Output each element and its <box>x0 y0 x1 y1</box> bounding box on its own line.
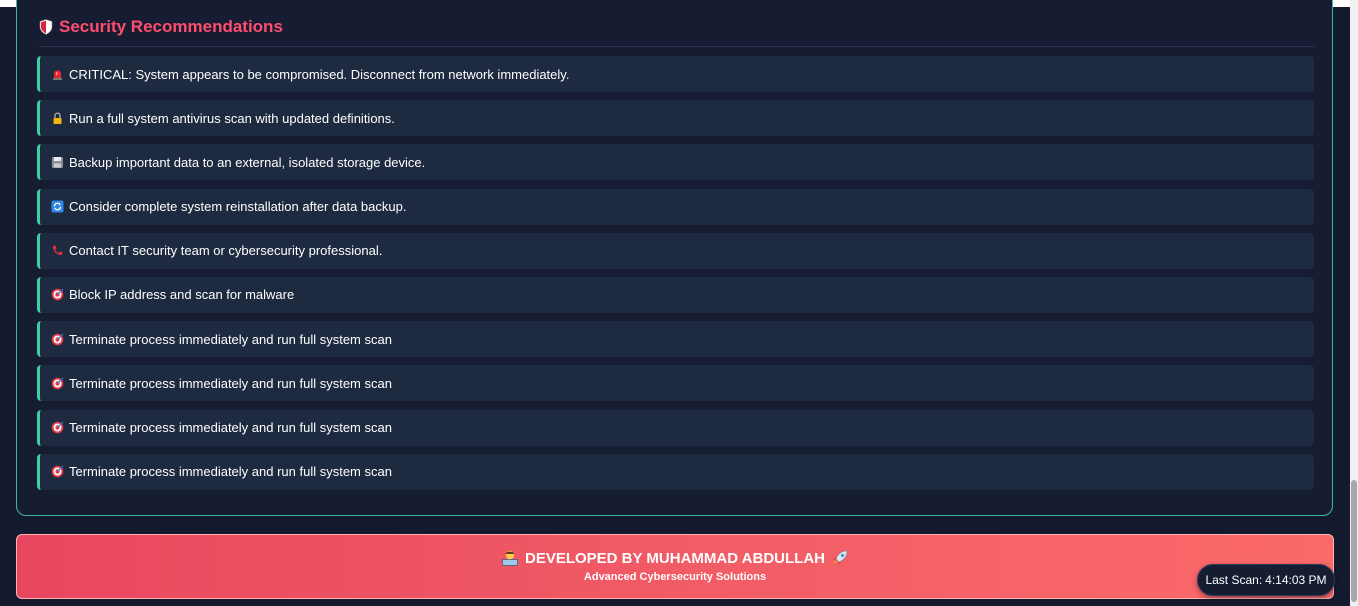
recommendation-item: Run a full system antivirus scan with up… <box>37 100 1314 137</box>
recommendation-text: Block IP address and scan for malware <box>69 287 295 303</box>
refresh-icon <box>51 200 64 213</box>
panel-title: Security Recommendations <box>59 17 283 36</box>
recommendation-item: Consider complete system reinstallation … <box>37 188 1314 225</box>
target-icon <box>51 377 64 390</box>
recommendation-text: Terminate process immediately and run fu… <box>69 331 392 347</box>
recommendation-item: Terminate process immediately and run fu… <box>37 453 1314 490</box>
technologist-icon <box>502 550 518 566</box>
target-icon <box>51 465 64 478</box>
last-scan-time: 4:14:03 PM <box>1265 573 1327 587</box>
last-scan-badge: Last Scan: 4:14:03 PM <box>1197 564 1335 596</box>
recommendation-text: Contact IT security team or cybersecurit… <box>69 243 383 259</box>
security-recommendations-panel: Security Recommendations CRITICAL: Syste… <box>16 0 1333 516</box>
recommendation-item: Terminate process immediately and run fu… <box>37 321 1314 358</box>
recommendation-text: Backup important data to an external, is… <box>69 154 426 170</box>
panel-divider <box>39 46 1314 47</box>
developer-footer: DEVELOPED BY MUHAMMAD ABDULLAH Advanced … <box>16 534 1334 599</box>
recommendation-text: Run a full system antivirus scan with up… <box>69 110 395 126</box>
recommendation-text: CRITICAL: System appears to be compromis… <box>69 66 570 82</box>
target-icon <box>51 421 64 434</box>
footer-title: DEVELOPED BY MUHAMMAD ABDULLAH <box>525 549 825 567</box>
panel-header: Security Recommendations <box>39 15 283 39</box>
recommendation-item: Terminate process immediately and run fu… <box>37 365 1314 402</box>
recommendation-text: Terminate process immediately and run fu… <box>69 420 392 435</box>
recommendation-item: Block IP address and scan for malware <box>37 276 1314 313</box>
target-icon <box>51 289 64 301</box>
scrollbar-thumb[interactable] <box>1351 480 1357 602</box>
recommendation-text: Terminate process immediately and run fu… <box>69 464 392 480</box>
lock-icon <box>53 112 62 124</box>
rocket-icon <box>833 550 848 565</box>
phone-icon <box>52 245 63 256</box>
siren-icon <box>53 70 62 80</box>
recommendation-item: Backup important data to an external, is… <box>37 144 1314 181</box>
target-icon <box>51 333 64 345</box>
recommendation-text: Consider complete system reinstallation … <box>69 199 407 215</box>
recommendation-item: Contact IT security team or cybersecurit… <box>37 232 1314 269</box>
recommendation-list: CRITICAL: System appears to be compromis… <box>37 56 1314 498</box>
last-scan-label: Last Scan: <box>1205 573 1263 587</box>
page-scrollbar[interactable] <box>1350 0 1358 606</box>
footer-title-row: DEVELOPED BY MUHAMMAD ABDULLAH <box>17 549 1333 567</box>
recommendation-text: Terminate process immediately and run fu… <box>69 375 392 391</box>
recommendation-item: CRITICAL: System appears to be compromis… <box>37 56 1314 92</box>
footer-subtitle: Advanced Cybersecurity Solutions <box>583 571 767 583</box>
recommendation-item: Terminate process immediately and run fu… <box>37 409 1314 446</box>
floppy-disk-icon <box>52 156 63 168</box>
shield-icon <box>39 19 53 35</box>
